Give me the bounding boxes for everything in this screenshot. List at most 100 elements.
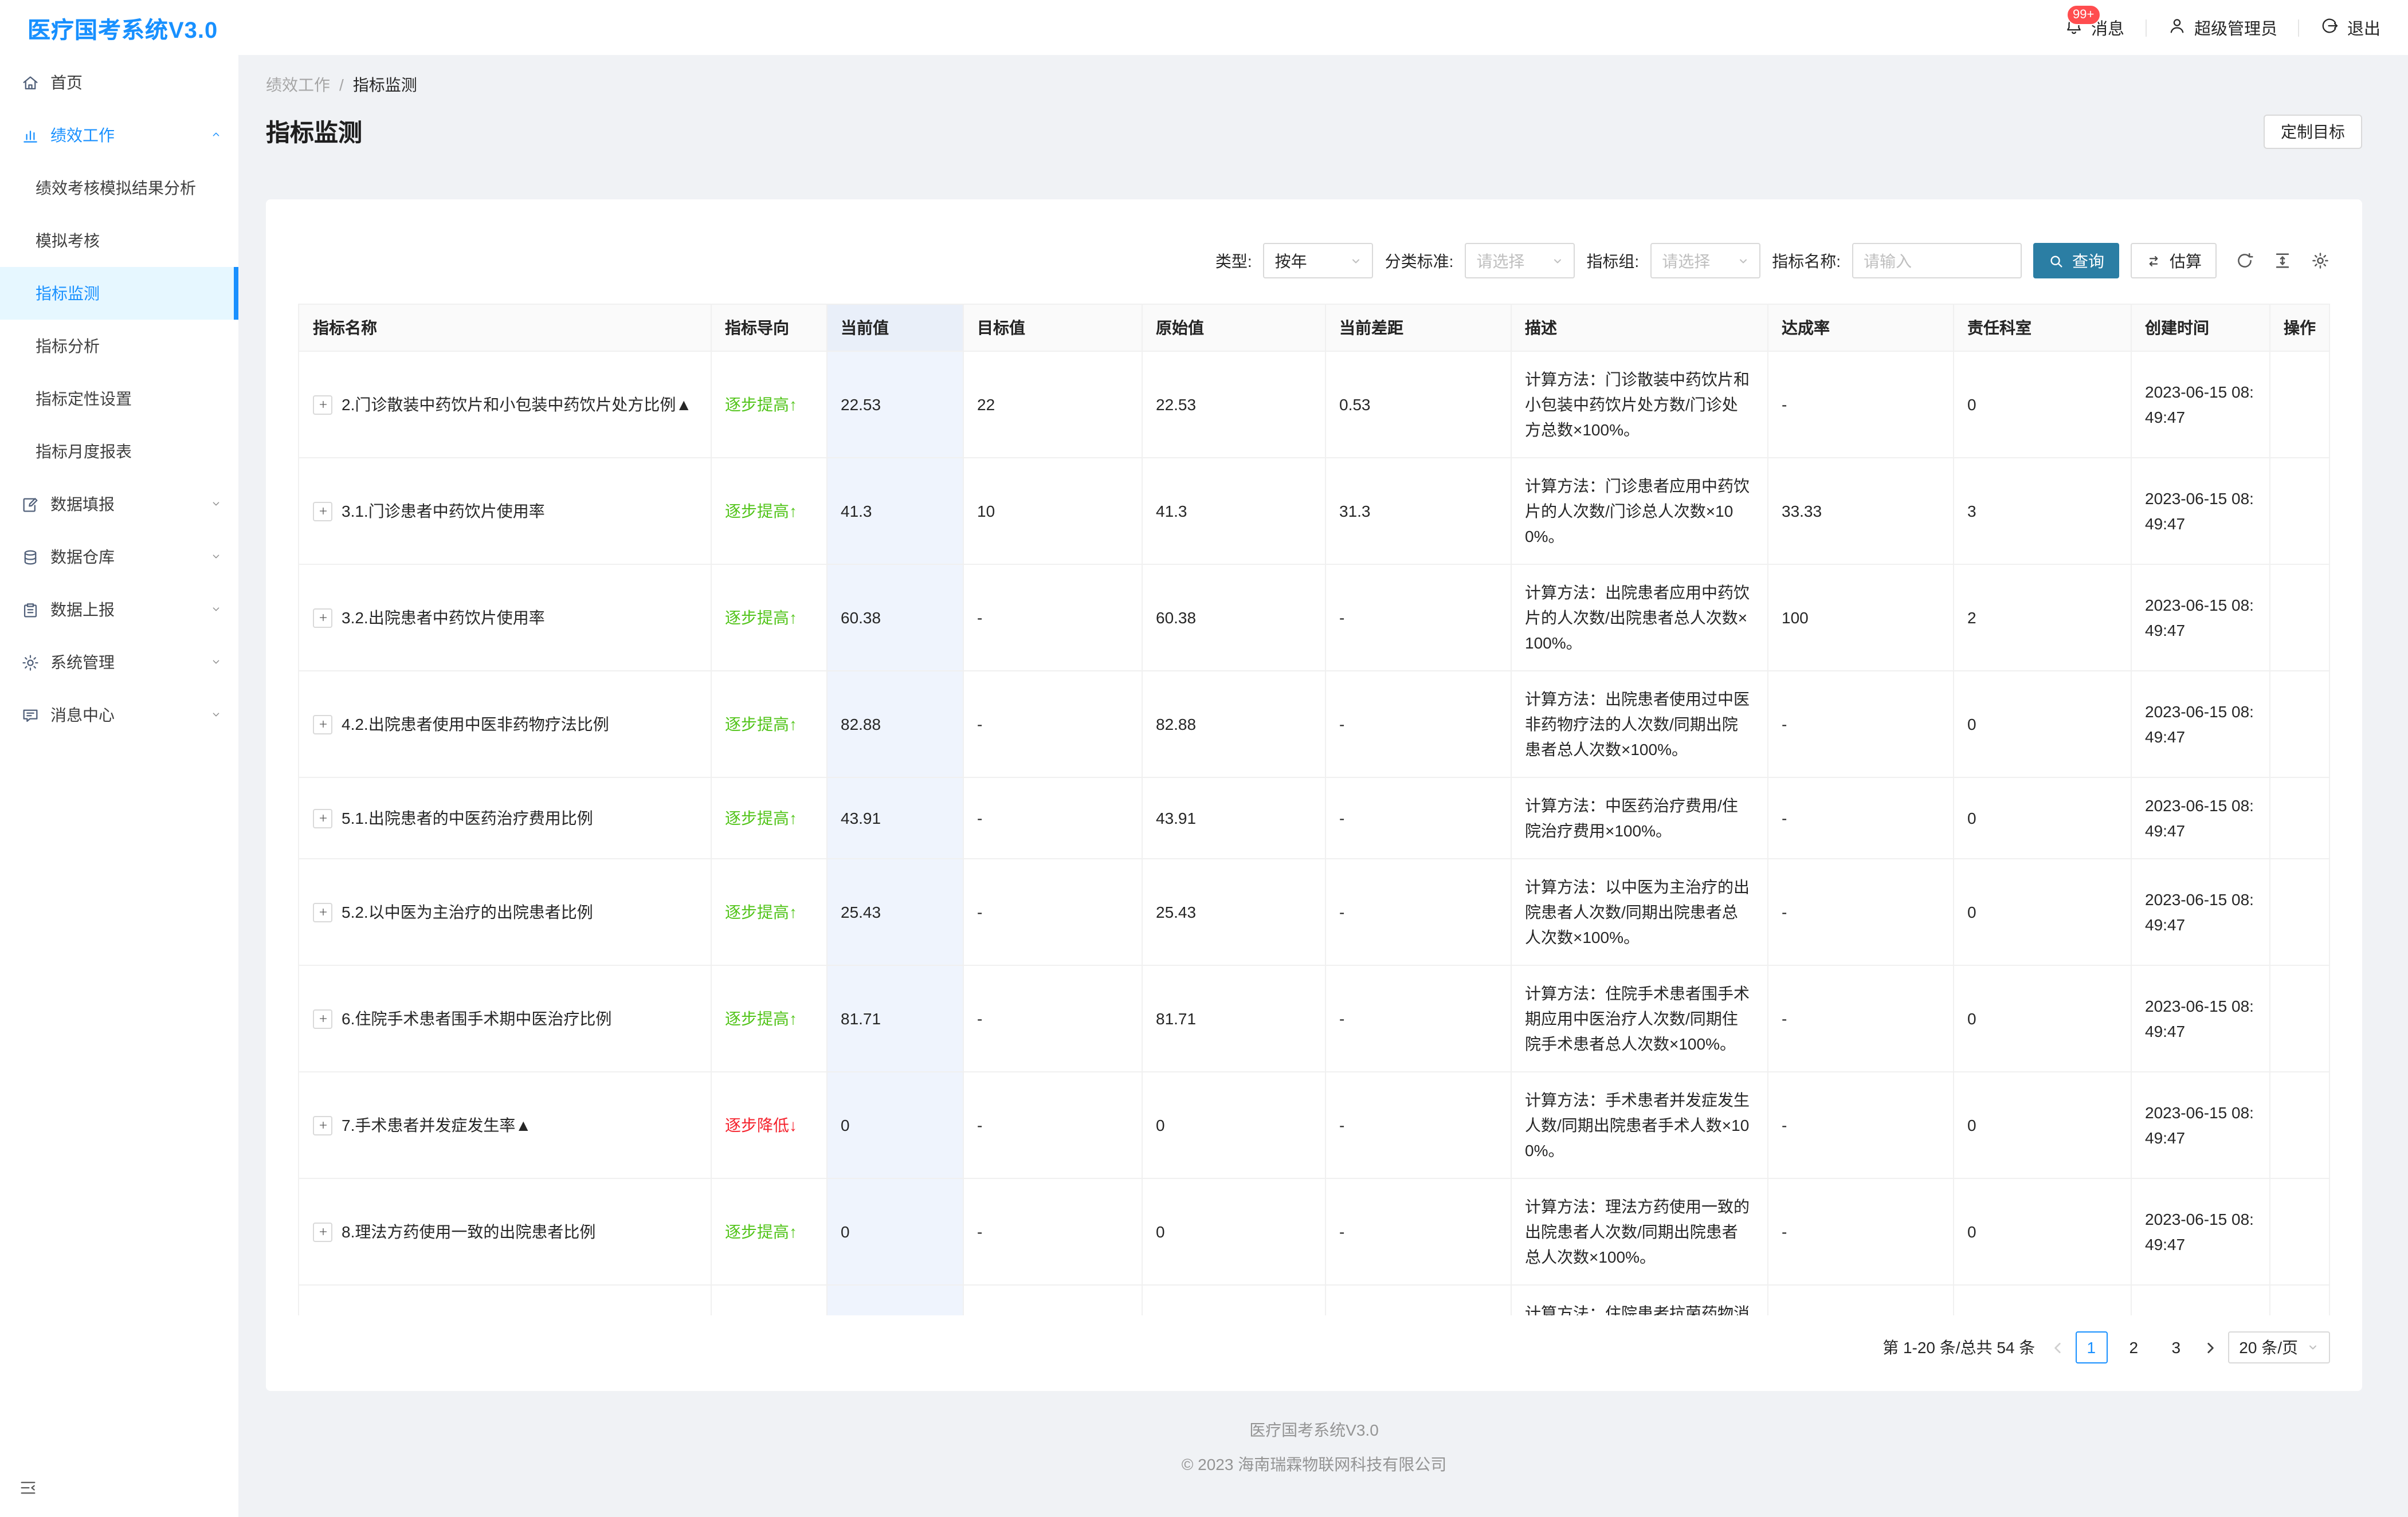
column-header[interactable]: 创建时间 <box>2131 305 2269 351</box>
indicator-name-input[interactable] <box>1852 243 2022 278</box>
responsible-dept: 0 <box>1953 1072 2131 1178</box>
indicator-name[interactable]: 6.住院手术患者围手术期中医治疗比例 <box>342 1006 611 1031</box>
indicator-direction: 逐步提高↑ <box>725 1223 797 1241</box>
current-value: 81.71 <box>826 965 963 1072</box>
messages-menu-item[interactable]: 99+ 消息 <box>2064 15 2124 40</box>
indicator-direction: 逐步提高↑ <box>725 903 797 921</box>
sidebar-subitem-5[interactable]: 指标定性设置 <box>0 372 238 425</box>
sidebar-item-form[interactable]: 数据填报 <box>0 478 238 530</box>
row-actions <box>2269 777 2330 859</box>
indicator-name[interactable]: 4.2.出院患者使用中医非药物疗法比例 <box>342 712 609 737</box>
column-header[interactable]: 指标名称 <box>299 305 711 351</box>
sidebar-item-home[interactable]: 首页 <box>0 56 238 109</box>
indicator-name[interactable]: 8.理法方药使用一致的出院患者比例 <box>342 1219 595 1244</box>
page-number-2[interactable]: 2 <box>2117 1331 2150 1363</box>
current-value: 0 <box>826 1072 963 1178</box>
original-value: 25.43 <box>1142 859 1325 965</box>
description: 计算方法：住院患者抗菌药物消耗量（累计DDD数）/同期收治患者人天数×100。 <box>1511 1285 1767 1315</box>
target-value: - <box>963 1285 1142 1315</box>
user-menu-item[interactable]: 超级管理员 <box>2167 15 2277 40</box>
search-button[interactable]: 查询 <box>2033 243 2119 278</box>
clip-icon <box>21 600 40 619</box>
expand-row-icon[interactable] <box>313 714 332 734</box>
expand-row-icon[interactable] <box>313 1009 332 1028</box>
page-number-1[interactable]: 1 <box>2075 1331 2107 1363</box>
next-page-icon[interactable] <box>2202 1340 2217 1355</box>
group-select-placeholder: 请选择 <box>1662 249 1710 272</box>
settings-gear-icon[interactable] <box>2311 251 2330 270</box>
target-value: - <box>963 1178 1142 1285</box>
sidebar-subitem-3[interactable]: 指标监测 <box>0 267 238 320</box>
achievement-rate: - <box>1767 671 1953 777</box>
row-actions <box>2269 351 2330 458</box>
expand-row-icon[interactable] <box>313 1115 332 1135</box>
column-header[interactable]: 当前值 <box>826 305 963 351</box>
sidebar-subitem-2[interactable]: 模拟考核 <box>0 214 238 267</box>
sidebar-item-msg[interactable]: 消息中心 <box>0 689 238 741</box>
sidebar-subitem-6[interactable]: 指标月度报表 <box>0 425 238 478</box>
page-size-select[interactable]: 20 条/页 <box>2227 1331 2330 1363</box>
column-header[interactable]: 操作 <box>2269 305 2330 351</box>
collapse-sidebar-icon[interactable] <box>18 1478 38 1503</box>
row-actions <box>2269 965 2330 1072</box>
expand-row-icon[interactable] <box>313 608 332 627</box>
indicator-name[interactable]: 5.2.以中医为主治疗的出院患者比例 <box>342 899 593 925</box>
type-select[interactable]: 按年 <box>1264 243 1374 278</box>
column-header[interactable]: 当前差距 <box>1325 305 1511 351</box>
row-actions <box>2269 859 2330 965</box>
indicator-direction: 逐步提高↑ <box>725 715 797 733</box>
sidebar-item-db[interactable]: 数据仓库 <box>0 530 238 583</box>
indicator-name[interactable]: 3.2.出院患者中药饮片使用率 <box>342 605 545 630</box>
indicator-direction: 逐步提高↑ <box>725 608 797 627</box>
column-header[interactable]: 达成率 <box>1767 305 1953 351</box>
target-value: - <box>963 1072 1142 1178</box>
column-header[interactable]: 目标值 <box>963 305 1142 351</box>
expand-row-icon[interactable] <box>313 395 332 414</box>
column-header[interactable]: 原始值 <box>1142 305 1325 351</box>
row-height-icon[interactable] <box>2273 251 2292 270</box>
breadcrumb-current: 指标监测 <box>353 73 417 96</box>
indicator-group-select[interactable]: 请选择 <box>1650 243 1760 278</box>
achievement-rate: - <box>1767 965 1953 1072</box>
sidebar: 首页绩效工作绩效考核模拟结果分析模拟考核指标监测指标分析指标定性设置指标月度报表… <box>0 55 238 1517</box>
expand-row-icon[interactable] <box>313 501 332 521</box>
refresh-icon[interactable] <box>2235 251 2254 270</box>
sidebar-item-gear[interactable]: 系统管理 <box>0 636 238 689</box>
standard-select[interactable]: 请选择 <box>1465 243 1575 278</box>
responsible-dept: 0 <box>1953 1178 2131 1285</box>
row-actions <box>2269 1072 2330 1178</box>
expand-row-icon[interactable] <box>313 808 332 828</box>
sidebar-menu: 首页绩效工作绩效考核模拟结果分析模拟考核指标监测指标分析指标定性设置指标月度报表… <box>0 55 238 741</box>
app-logo: 医疗国考系统V3.0 <box>28 11 218 44</box>
created-time: 2023-06-15 08:49:47 <box>2131 777 2269 859</box>
divider <box>2298 19 2299 36</box>
indicator-name[interactable]: 2.门诊散装中药饮片和小包装中药饮片处方比例▲ <box>342 392 692 417</box>
prev-page-icon[interactable] <box>2050 1340 2065 1355</box>
expand-row-icon[interactable] <box>313 1222 332 1241</box>
estimate-button[interactable]: 估算 <box>2131 243 2217 278</box>
table-row: 2.门诊散装中药饮片和小包装中药饮片处方比例▲逐步提高↑22.532222.53… <box>299 351 2330 458</box>
sidebar-item-label: 绩效工作 <box>50 124 115 147</box>
custom-target-button[interactable]: 定制目标 <box>2264 115 2362 149</box>
created-time: 2023-06-15 08:49:47 <box>2131 1285 2269 1315</box>
original-value: 60.38 <box>1142 564 1325 671</box>
standard-filter-label: 分类标准: <box>1385 249 1454 272</box>
description: 计算方法：手术患者并发症发生人数/同期出院患者手术人数×100%。 <box>1511 1072 1767 1178</box>
achievement-rate: 33.33 <box>1767 458 1953 564</box>
indicator-name[interactable]: 7.手术患者并发症发生率▲ <box>342 1113 531 1138</box>
column-header[interactable]: 责任科室 <box>1953 305 2131 351</box>
column-header[interactable]: 描述 <box>1511 305 1767 351</box>
indicator-name[interactable]: 3.1.门诊患者中药饮片使用率 <box>342 498 545 524</box>
sidebar-item-clip[interactable]: 数据上报 <box>0 583 238 636</box>
current-gap: - <box>1325 777 1511 859</box>
logout-menu-item[interactable]: 退出 <box>2320 15 2380 40</box>
expand-row-icon[interactable] <box>313 902 332 922</box>
sidebar-subitem-4[interactable]: 指标分析 <box>0 320 238 372</box>
column-header[interactable]: 指标导向 <box>711 305 826 351</box>
breadcrumb-parent[interactable]: 绩效工作 <box>266 73 330 96</box>
indicator-name[interactable]: 5.1.出院患者的中医药治疗费用比例 <box>342 805 593 831</box>
page-number-3[interactable]: 3 <box>2160 1331 2192 1363</box>
sidebar-item-chart[interactable]: 绩效工作 <box>0 109 238 162</box>
sidebar-subitem-1[interactable]: 绩效考核模拟结果分析 <box>0 162 238 214</box>
original-value: 0 <box>1142 1072 1325 1178</box>
